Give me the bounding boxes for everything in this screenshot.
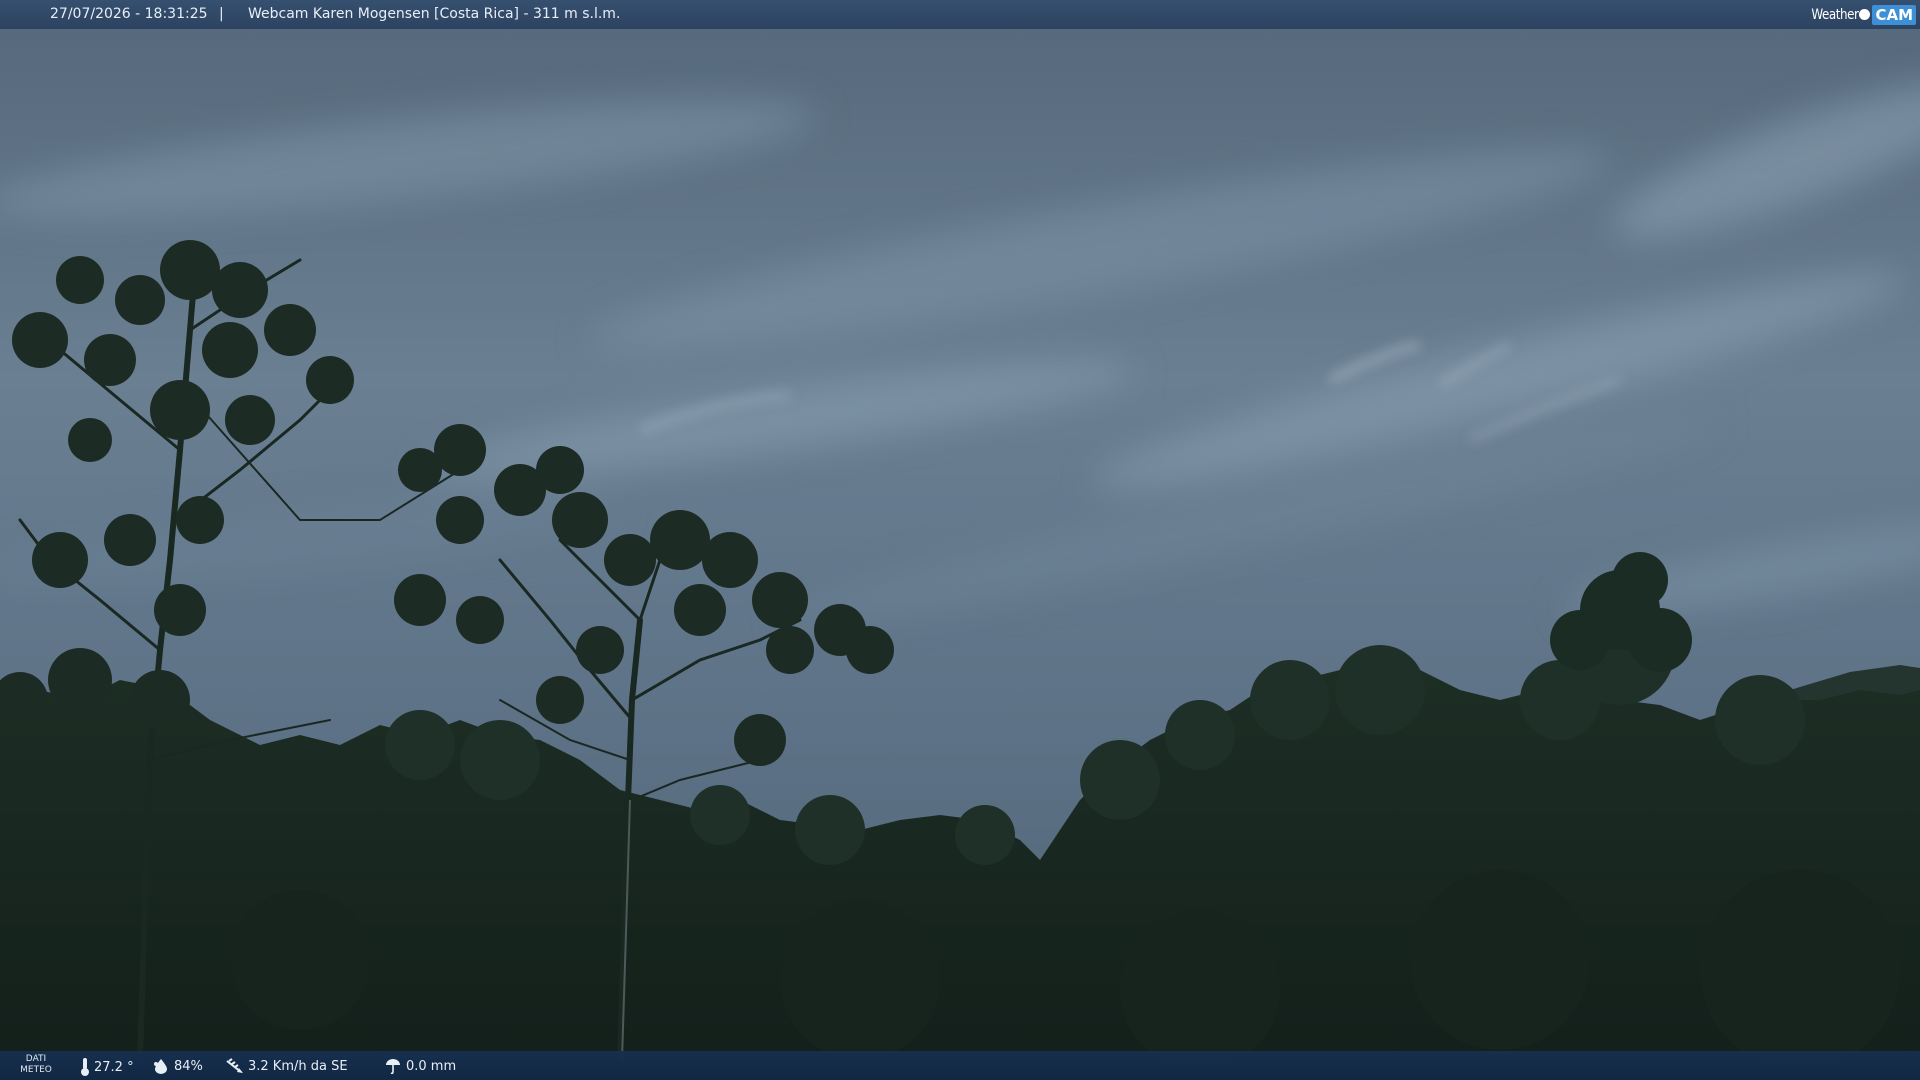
weather-data-bar: DATI METEO 27.2 ° 84% 3.2 Km/h da SE 0.0… — [0, 1051, 1920, 1080]
wind-readout: 3.2 Km/h da SE — [226, 1058, 348, 1074]
brand-weather-text: Weather — [1811, 6, 1859, 23]
webcam-title: Webcam Karen Mogensen [Costa Rica] - 311… — [248, 6, 621, 22]
humidity-drop-icon — [152, 1058, 170, 1074]
wind-value: 3.2 Km/h da SE — [248, 1058, 348, 1074]
dati-meteo-label: DATI METEO — [20, 1054, 52, 1076]
rain-readout: 0.0 mm — [384, 1058, 456, 1074]
humidity-value: 84% — [174, 1058, 203, 1074]
wind-icon — [226, 1058, 244, 1074]
header-separator: | — [219, 6, 224, 22]
datetime-label: 27/07/2026 - 18:31:25 — [50, 6, 208, 22]
webcam-frame: 27/07/2026 - 18:31:25 | Webcam Karen Mog… — [0, 0, 1920, 1080]
brand-dot-icon — [1859, 9, 1871, 20]
thermometer-icon — [80, 1058, 90, 1076]
rain-icon — [384, 1058, 402, 1074]
temperature-readout: 27.2 ° — [80, 1058, 134, 1076]
temperature-value: 27.2 ° — [94, 1059, 134, 1075]
webcam-image — [0, 0, 1920, 1080]
dati-meteo-line1: DATI — [25, 1054, 47, 1064]
rain-value: 0.0 mm — [406, 1058, 457, 1074]
humidity-readout: 84% — [152, 1058, 203, 1074]
weathercam-logo[interactable]: Weather CAM — [1803, 2, 1916, 27]
header-bar: 27/07/2026 - 18:31:25 | Webcam Karen Mog… — [0, 0, 1920, 29]
dati-meteo-line2: METEO — [20, 1065, 52, 1075]
brand-cam-text: CAM — [1872, 4, 1916, 25]
